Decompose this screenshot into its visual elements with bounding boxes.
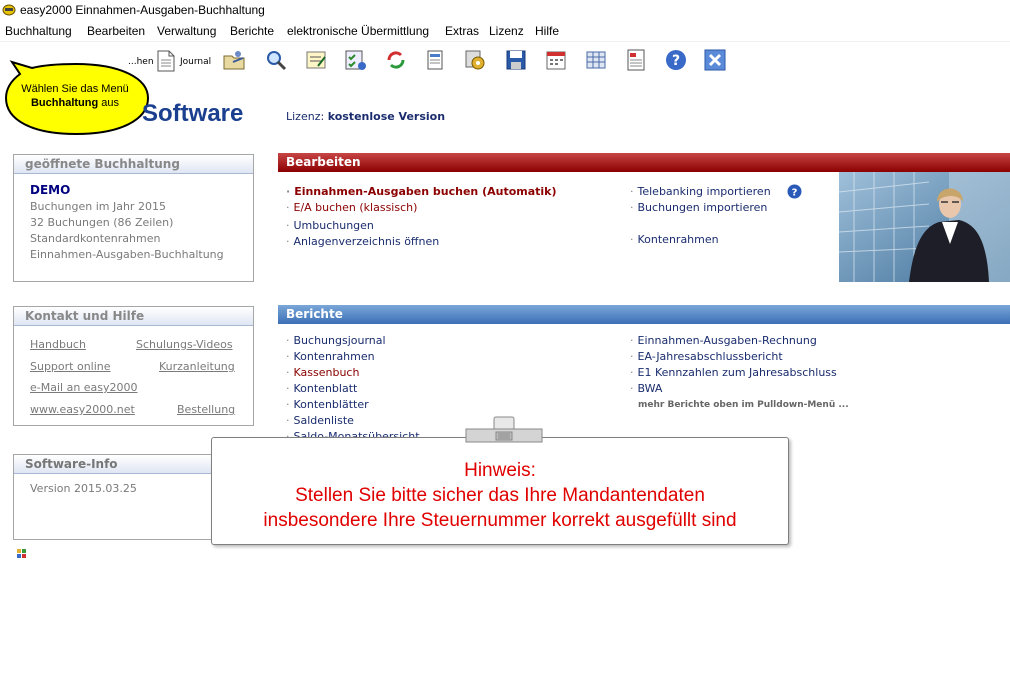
hint-line3: insbesondere Ihre Steuernummer korrekt a…: [263, 510, 737, 531]
software-logo-text: Software: [142, 100, 244, 127]
balloon-line1: Wählen Sie das Menü: [21, 83, 129, 95]
report-kontenblaetter[interactable]: · Kontenblätter: [286, 398, 369, 411]
report-bwa[interactable]: · BWA: [630, 382, 662, 395]
close-icon[interactable]: [703, 48, 727, 72]
link-email[interactable]: e-Mail an easy2000: [30, 381, 138, 394]
window-title: easy2000 Einnahmen-Ausgaben-Buchhaltung: [20, 3, 265, 17]
report-buchungsjournal[interactable]: · Buchungsjournal: [286, 334, 386, 347]
folder-user-icon[interactable]: [222, 48, 246, 72]
toolbar-journal-label[interactable]: Journal: [180, 57, 211, 67]
status-squares-icon: [17, 548, 27, 558]
journal-icon[interactable]: [156, 50, 176, 72]
section-berichte-header: Berichte: [278, 305, 1010, 324]
menu-elektronische-uebermittlung[interactable]: elektronische Übermittlung: [287, 24, 429, 38]
menu-lizenz[interactable]: Lizenz: [489, 24, 524, 38]
checklist-icon[interactable]: [343, 48, 367, 72]
open-book-chart: Standardkontenrahmen: [30, 232, 161, 245]
open-book-year: Buchungen im Jahr 2015: [30, 200, 166, 213]
link-website[interactable]: www.easy2000.net: [30, 403, 135, 416]
hint-title: Hinweis:: [464, 460, 536, 481]
search-icon[interactable]: [264, 48, 288, 72]
help-icon[interactable]: ?: [664, 48, 688, 72]
report-ea-jahresabschluss[interactable]: · EA-Jahresabschlussbericht: [630, 350, 783, 363]
contact-title: Kontakt und Hilfe: [14, 307, 253, 326]
action-ea-buchen-automatik[interactable]: · Einnahmen-Ausgaben buchen (Automatik): [286, 185, 557, 198]
document-icon[interactable]: [423, 48, 447, 72]
menu-berichte[interactable]: Berichte: [230, 24, 274, 38]
software-info-title: Software-Info: [14, 455, 214, 474]
report-kassenbuch[interactable]: · Kassenbuch: [286, 366, 359, 379]
open-book-name[interactable]: DEMO: [30, 183, 70, 197]
edit-form-icon[interactable]: [304, 48, 328, 72]
hint-dialog: Hinweis: Stellen Sie bitte sicher das Ih…: [211, 437, 789, 545]
menu-bearbeiten[interactable]: Bearbeiten: [87, 24, 145, 38]
grid-table-icon[interactable]: [584, 48, 608, 72]
report-ea-rechnung[interactable]: · Einnahmen-Ausgaben-Rechnung: [630, 334, 817, 347]
report-more-hint: mehr Berichte oben im Pulldown-Menü ...: [638, 400, 849, 410]
menu-hint-balloon: Wählen Sie das Menü Buchhaltung aus: [2, 58, 150, 138]
action-telebanking-importieren[interactable]: · Telebanking importieren: [630, 185, 771, 198]
open-book-count: 32 Buchungen (86 Zeilen): [30, 216, 174, 229]
open-book-type: Einnahmen-Ausgaben-Buchhaltung: [30, 248, 224, 261]
balloon-line2-rest: aus: [98, 97, 119, 109]
action-anlagenverzeichnis[interactable]: · Anlagenverzeichnis öffnen: [286, 235, 439, 248]
report-kontenblatt[interactable]: · Kontenblatt: [286, 382, 357, 395]
report-saldenliste[interactable]: · Saldenliste: [286, 414, 354, 427]
balloon-line2-bold: Buchhaltung: [30, 97, 99, 109]
license-value: kostenlose Version: [327, 110, 446, 123]
telebanking-help-icon[interactable]: ?: [787, 184, 802, 199]
report-e1-kennzahlen[interactable]: · E1 Kennzahlen zum Jahresabschluss: [630, 366, 837, 379]
link-bestellung[interactable]: Bestellung: [177, 403, 235, 416]
business-woman-photo: [839, 172, 1010, 282]
paper-clip-icon: [465, 416, 543, 444]
settings-gears-icon[interactable]: [463, 48, 487, 72]
open-book-title: geöffnete Buchhaltung: [14, 155, 253, 174]
menu-bar: Buchhaltung Bearbeiten Verwaltung Berich…: [0, 21, 1010, 42]
open-book-panel: geöffnete Buchhaltung DEMO Buchungen im …: [13, 154, 254, 282]
sync-icon[interactable]: [384, 48, 408, 72]
license-label: Lizenz:: [286, 110, 325, 123]
software-version: Version 2015.03.25: [30, 482, 137, 495]
svg-text:?: ?: [672, 53, 680, 69]
action-umbuchungen[interactable]: · Umbuchungen: [286, 219, 374, 232]
toolbar: ...hen Journal ?: [0, 43, 1010, 79]
section-bearbeiten-header: Bearbeiten: [278, 153, 1010, 172]
hint-line2: Stellen Sie bitte sicher das Ihre Mandan…: [295, 485, 705, 506]
action-buchungen-importieren[interactable]: · Buchungen importieren: [630, 201, 767, 214]
menu-verwaltung[interactable]: Verwaltung: [157, 24, 216, 38]
menu-hilfe[interactable]: Hilfe: [535, 24, 559, 38]
software-info-panel: Software-Info Version 2015.03.25: [13, 454, 215, 540]
save-icon[interactable]: [504, 48, 528, 72]
calendar-icon[interactable]: [544, 48, 568, 72]
link-support-online[interactable]: Support online: [30, 360, 111, 373]
action-kontenrahmen[interactable]: · Kontenrahmen: [630, 233, 719, 246]
link-handbuch[interactable]: Handbuch: [30, 338, 86, 351]
menu-buchhaltung[interactable]: Buchhaltung: [5, 24, 72, 38]
link-schulungs-videos[interactable]: Schulungs-Videos: [136, 338, 233, 351]
report-kontenrahmen[interactable]: · Kontenrahmen: [286, 350, 375, 363]
action-ea-buchen-klassisch[interactable]: · E/A buchen (klassisch): [286, 201, 417, 214]
link-kurzanleitung[interactable]: Kurzanleitung: [159, 360, 235, 373]
app-icon: [2, 4, 16, 16]
contact-panel: Kontakt und Hilfe Handbuch Schulungs-Vid…: [13, 306, 254, 426]
menu-extras[interactable]: Extras: [445, 24, 479, 38]
title-bar: easy2000 Einnahmen-Ausgaben-Buchhaltung: [0, 0, 1010, 20]
report-icon[interactable]: [624, 48, 648, 72]
license-info: Lizenz: kostenlose Version: [286, 110, 445, 123]
svg-text:?: ?: [792, 188, 798, 199]
